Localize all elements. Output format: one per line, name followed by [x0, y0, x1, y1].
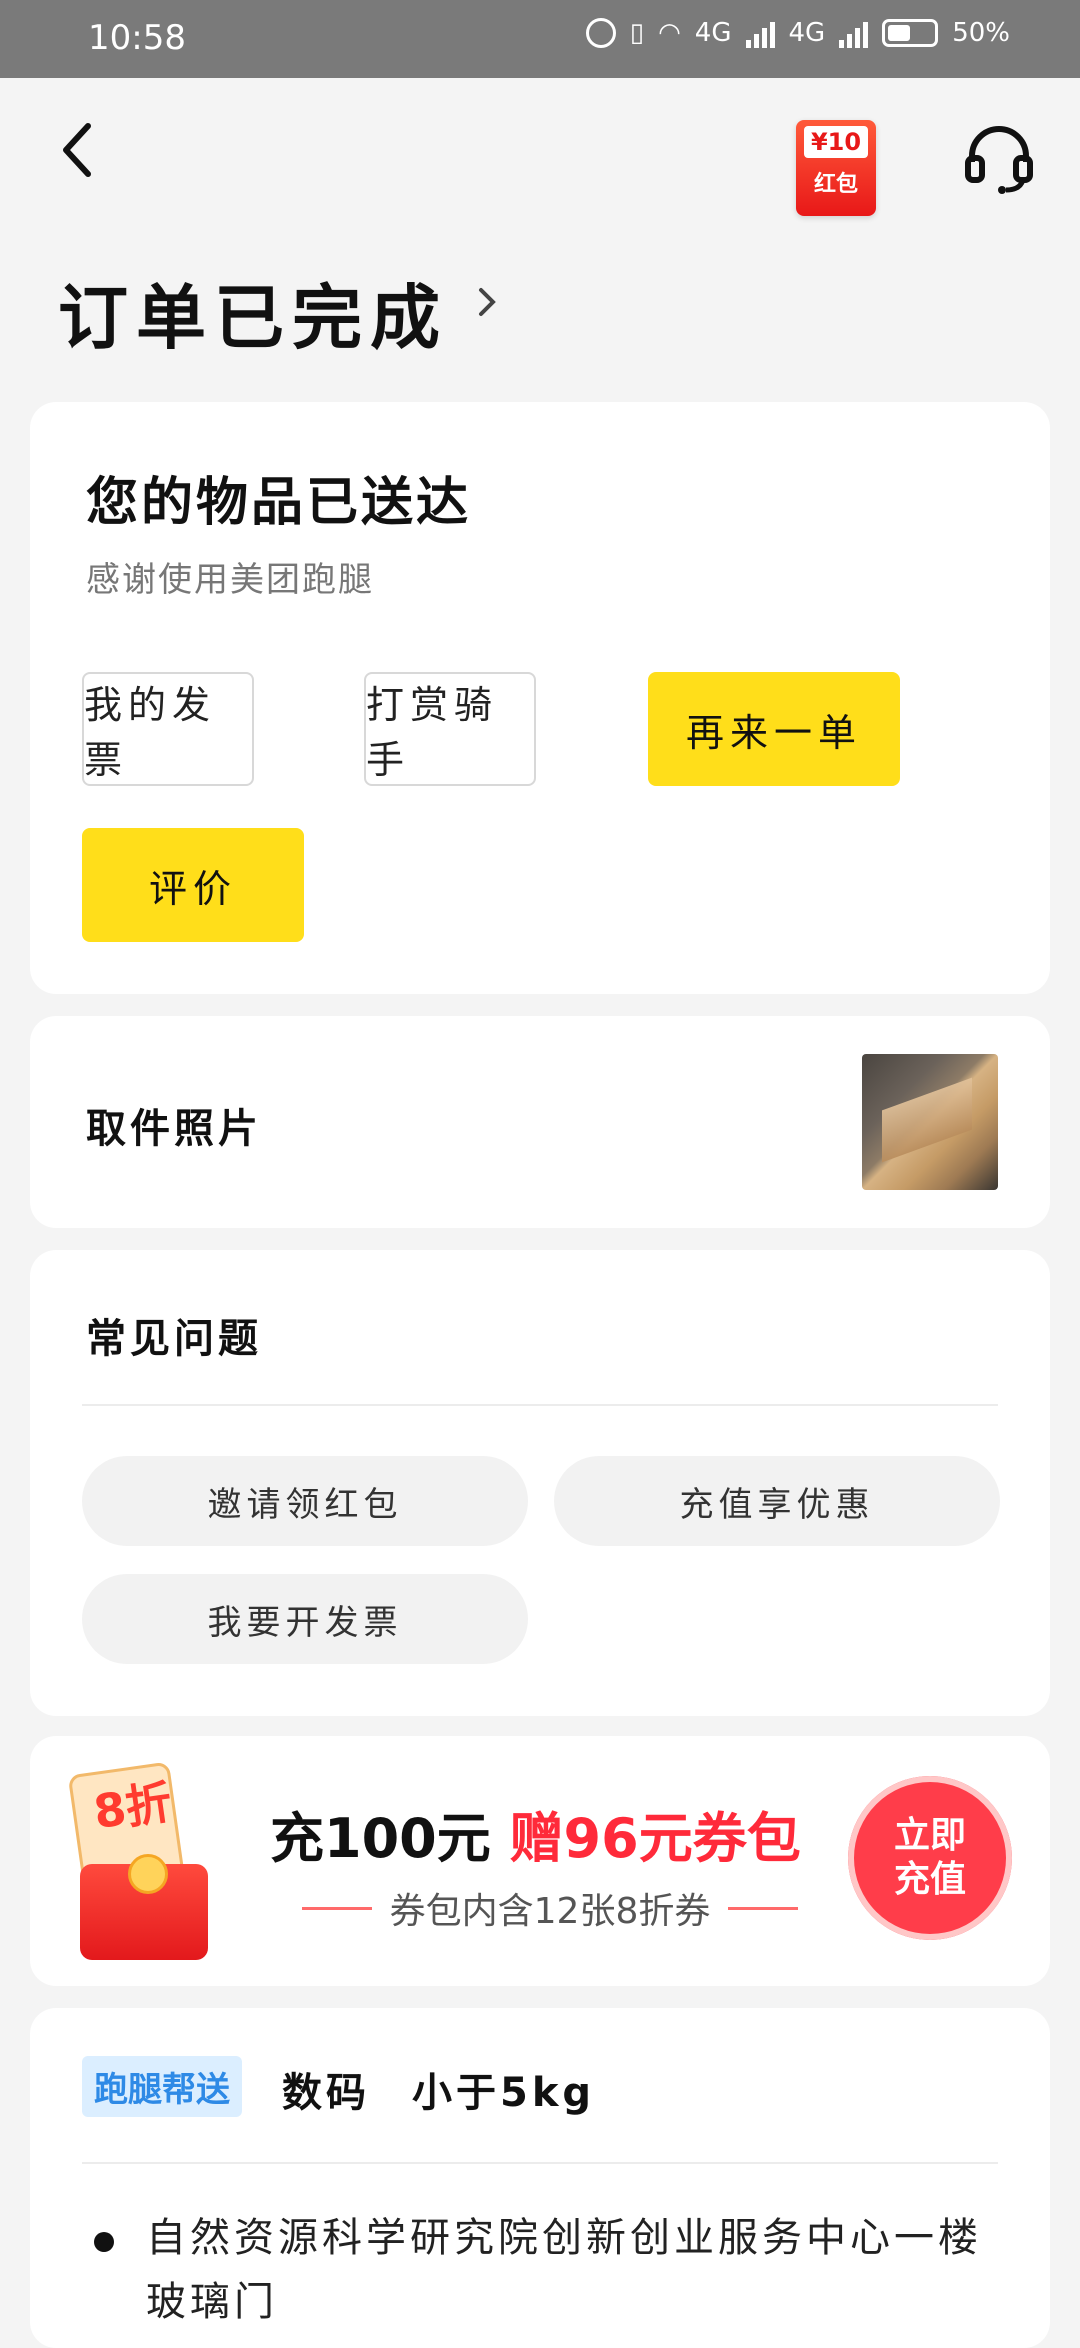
pickup-photo-card[interactable]: 取件照片 [30, 1016, 1050, 1228]
battery-percent: 50% [952, 18, 1010, 48]
red-envelope-icon [80, 1854, 208, 1960]
recharge-now-label: 立即充值 [893, 1815, 966, 1900]
promo-recharge-amount: 充100元 [270, 1807, 491, 1870]
status-bar: 10:58 ▯ ◠ 4G 4G 50% [0, 0, 1080, 78]
alarm-icon [585, 18, 616, 48]
recharge-promo-banner[interactable]: 8折 充100元 赠96元券包 券包内含12张8折券 立即充值 [30, 1736, 1050, 1986]
network-type-1: 4G [694, 18, 732, 48]
status-icons: ▯ ◠ 4G 4G 50% [585, 18, 1010, 48]
faq-item-invoice[interactable]: 我要开发票 [82, 1574, 528, 1664]
faq-title: 常见问题 [86, 1316, 262, 1362]
chevron-left-icon [63, 123, 91, 177]
coupon-icon: 8折 [66, 1761, 216, 1960]
tip-rider-button[interactable]: 打赏骑手 [364, 672, 536, 786]
order-status-card: 您的物品已送达 感谢使用美团跑腿 我的发票 打赏骑手 再来一单 评价 [30, 402, 1050, 994]
recharge-now-button[interactable]: 立即充值 [848, 1776, 1012, 1940]
pickup-photo-label: 取件照片 [86, 1106, 262, 1152]
review-button[interactable]: 评价 [82, 828, 304, 942]
pickup-photo-thumbnail[interactable] [862, 1054, 998, 1190]
delivered-heading: 您的物品已送达 [86, 473, 472, 533]
signal-icon-1 [745, 18, 775, 48]
divider [82, 1404, 998, 1406]
order-info-card: 跑腿帮送 数码 小于5kg 自然资源科学研究院创新创业服务中心一楼玻璃门 [30, 2008, 1050, 2348]
page-title[interactable]: 订单已完成 [58, 262, 448, 363]
coupon-badge-text: 8折 [90, 1774, 176, 1840]
service-type-badge: 跑腿帮送 [82, 2056, 242, 2117]
promo-headline: 充100元 赠96元券包 [270, 1794, 801, 1873]
faq-item-recharge[interactable]: 充值享优惠 [554, 1456, 1000, 1546]
decor-line-right [728, 1906, 799, 1910]
customer-service-headset-icon[interactable] [962, 122, 1036, 196]
goods-category: 数码 [282, 2070, 370, 2116]
red-packet-button[interactable]: ¥10 红包 [796, 120, 876, 216]
address-bullet-icon [94, 2232, 114, 2252]
red-packet-label: 红包 [813, 172, 858, 197]
reorder-button[interactable]: 再来一单 [648, 672, 900, 786]
promo-subtitle: 券包内含12张8折券 [389, 1891, 711, 1932]
status-time: 10:58 [88, 18, 186, 58]
faq-item-invite[interactable]: 邀请领红包 [82, 1456, 528, 1546]
network-type-2: 4G [788, 18, 826, 48]
signal-icon-2 [839, 18, 869, 48]
thanks-subtitle: 感谢使用美团跑腿 [86, 560, 374, 600]
divider [82, 2162, 998, 2164]
decor-line-left [301, 1906, 372, 1910]
pickup-address: 自然资源科学研究院创新创业服务中心一楼玻璃门 [146, 2215, 982, 2325]
promo-subline: 券包内含12张8折券 [280, 1882, 820, 1934]
red-packet-amount: ¥10 [804, 126, 868, 158]
chevron-right-icon[interactable] [476, 282, 500, 322]
goods-weight: 小于5kg [412, 2070, 596, 2116]
promo-bonus: 赠96元券包 [509, 1807, 801, 1870]
vibrate-icon: ▯ [629, 18, 645, 48]
battery-icon [882, 19, 939, 47]
wifi-icon: ◠ [658, 18, 681, 48]
back-button[interactable] [58, 120, 108, 180]
faq-card: 常见问题 邀请领红包 充值享优惠 我要开发票 [30, 1250, 1050, 1716]
my-invoice-button[interactable]: 我的发票 [82, 672, 254, 786]
